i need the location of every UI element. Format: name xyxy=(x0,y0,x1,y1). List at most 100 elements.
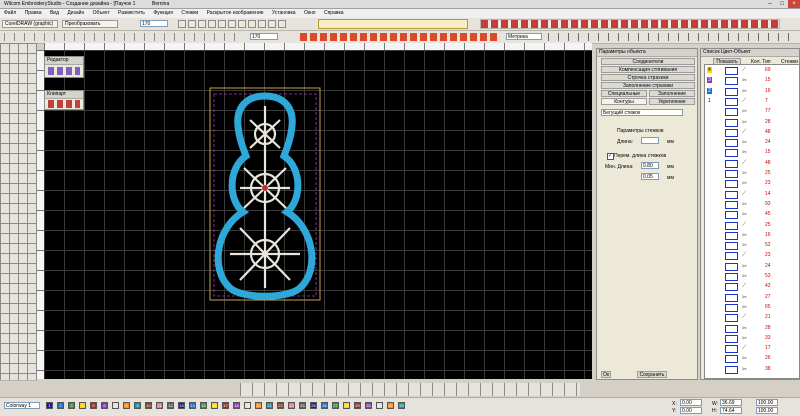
palette-swatch[interactable]: 2 xyxy=(57,402,64,409)
object-toolbar[interactable] xyxy=(300,33,500,41)
length-input[interactable] xyxy=(641,137,659,144)
palette-swatch[interactable]: 17 xyxy=(222,402,229,409)
pattern-toolbar[interactable] xyxy=(480,19,780,29)
palette-swatch[interactable]: 19 xyxy=(244,402,251,409)
palette-swatch[interactable]: 32 xyxy=(387,402,394,409)
menu-design[interactable]: Дизайн xyxy=(67,10,84,16)
palette-swatch[interactable]: 18 xyxy=(233,402,240,409)
object-swatch[interactable] xyxy=(725,231,738,240)
editor-panel[interactable]: Редактор xyxy=(44,56,84,78)
palette-swatch[interactable]: 20 xyxy=(255,402,262,409)
standard-toolbar[interactable] xyxy=(4,33,244,41)
list-item[interactable]: ✂ 45 xyxy=(705,211,799,221)
object-swatch[interactable] xyxy=(725,314,738,323)
object-swatch[interactable] xyxy=(725,324,738,333)
x-input[interactable]: 0.00 xyxy=(680,399,702,406)
object-swatch[interactable] xyxy=(725,262,738,271)
list-item[interactable]: ✂ 27 xyxy=(705,293,799,304)
palette-swatch[interactable]: 8 xyxy=(123,402,130,409)
object-swatch[interactable] xyxy=(725,283,738,292)
palette-swatch[interactable]: 14 xyxy=(189,402,196,409)
object-swatch[interactable] xyxy=(725,211,738,220)
list-item[interactable]: ✂ 28 xyxy=(705,118,799,129)
stitch-type-select[interactable]: Бегущий стежок xyxy=(601,109,683,116)
object-swatch[interactable] xyxy=(725,180,738,189)
palette-swatch[interactable]: 13 xyxy=(178,402,185,409)
object-swatch[interactable] xyxy=(725,170,738,178)
w-input[interactable]: 36.69 xyxy=(720,399,742,406)
fill-backing-row[interactable]: Заполнение страхики xyxy=(601,82,695,89)
menu-setup[interactable]: Установка xyxy=(272,10,296,16)
apply-button[interactable]: Сохранить xyxy=(637,371,667,378)
menu-file[interactable]: Файл xyxy=(4,10,16,16)
minimize-icon[interactable]: – xyxy=(764,0,776,8)
object-swatch[interactable] xyxy=(725,97,738,106)
left-toolbox[interactable] xyxy=(0,43,37,381)
list-item[interactable]: ✂ 52 xyxy=(705,242,799,252)
palette-swatch[interactable]: 4 xyxy=(79,402,86,409)
clipart-panel[interactable]: Клипарт xyxy=(44,90,84,110)
palette-swatch[interactable]: 29 xyxy=(354,402,361,409)
maximize-icon[interactable]: □ xyxy=(776,0,788,8)
convert-button[interactable]: Преобразовать xyxy=(62,20,118,28)
object-swatch[interactable] xyxy=(725,345,738,354)
object-swatch[interactable] xyxy=(725,365,738,374)
embroidery-design[interactable] xyxy=(44,50,592,379)
second-input[interactable]: 0.05 xyxy=(641,173,659,180)
object-swatch[interactable] xyxy=(725,293,738,302)
view-toolbar[interactable] xyxy=(548,33,798,41)
object-swatch[interactable] xyxy=(725,159,738,168)
backing-row[interactable]: Строчка страхики xyxy=(601,74,695,81)
palette-swatch[interactable]: 15 xyxy=(200,402,207,409)
object-swatch[interactable] xyxy=(725,149,738,158)
list-item[interactable]: ✂ 24 xyxy=(705,262,799,273)
object-swatch[interactable] xyxy=(725,77,738,86)
palette-swatch[interactable]: 30 xyxy=(365,402,372,409)
tool-icon[interactable] xyxy=(248,20,256,28)
h-percent-input[interactable]: 100.00 xyxy=(756,407,778,414)
object-swatch[interactable] xyxy=(725,334,738,343)
menu-object[interactable]: Объект xyxy=(93,10,110,16)
tool-icon[interactable] xyxy=(228,20,236,28)
tool-icon[interactable] xyxy=(258,20,266,28)
menu-image[interactable]: Раскрытое изображение xyxy=(207,10,264,16)
w-percent-input[interactable]: 100.00 xyxy=(756,399,778,406)
palette-swatch[interactable]: 5 xyxy=(90,402,97,409)
list-item[interactable]: ✂ 23 xyxy=(705,180,799,190)
palette-swatch[interactable]: 6 xyxy=(101,402,108,409)
tool-icon[interactable] xyxy=(198,20,206,28)
object-swatch[interactable] xyxy=(725,67,738,75)
tool-icon[interactable] xyxy=(238,20,246,28)
list-item[interactable]: ⟋ 17 xyxy=(705,345,799,355)
tab-outlines[interactable]: Контуры xyxy=(601,98,647,105)
object-swatch[interactable] xyxy=(725,200,738,209)
list-item[interactable]: ✂ 28 xyxy=(705,324,799,335)
palette-swatch[interactable]: 25 xyxy=(310,402,317,409)
list-item[interactable]: 1 ⟋ 7 xyxy=(705,97,799,108)
list-item[interactable]: 4 ⟋ 69 xyxy=(705,67,799,77)
list-item[interactable]: ✂ 38 xyxy=(705,365,799,376)
list-item[interactable]: ✂ 15 xyxy=(705,149,799,159)
list-item[interactable]: ⟋ 42 xyxy=(705,283,799,293)
corel-button[interactable]: CorelDRAW (graphic) xyxy=(2,20,58,28)
list-item[interactable]: ⟋ 25 xyxy=(705,221,799,232)
close-icon[interactable]: × xyxy=(788,0,800,8)
list-item[interactable]: ⟋ 48 xyxy=(705,128,799,139)
object-swatch[interactable] xyxy=(725,242,738,251)
object-swatch[interactable] xyxy=(725,221,738,230)
list-item[interactable]: ✂ 77 xyxy=(705,108,799,118)
editor-tools[interactable] xyxy=(48,67,80,75)
color-list[interactable]: 4 ⟋ 69 3 ✂ 15 2 ✂ 16 1 ⟋ 7 ✂ 77 ✂ 28 ⟋ 48 ✂ 24 ✂ 15 ⟋ 48 ✂ 25 ✂ 23 ⟋… xyxy=(704,64,800,379)
menu-arrange[interactable]: Разместить xyxy=(118,10,145,16)
list-item[interactable]: ✂ 24 xyxy=(705,139,799,149)
zoom2-input[interactable]: 170 xyxy=(250,33,278,40)
palette-swatch[interactable]: 33 xyxy=(398,402,405,409)
list-item[interactable]: ✂ 26 xyxy=(705,355,799,365)
object-swatch[interactable] xyxy=(725,252,738,261)
tab-reinforce[interactable]: Укрепление xyxy=(649,98,695,105)
list-item[interactable]: ⟋ 21 xyxy=(705,314,799,324)
tool-icon[interactable] xyxy=(178,20,186,28)
menu-view[interactable]: Вид xyxy=(50,10,59,16)
list-item[interactable]: ⟋ 23 xyxy=(705,252,799,262)
list-item[interactable]: ⟋ 48 xyxy=(705,159,799,170)
